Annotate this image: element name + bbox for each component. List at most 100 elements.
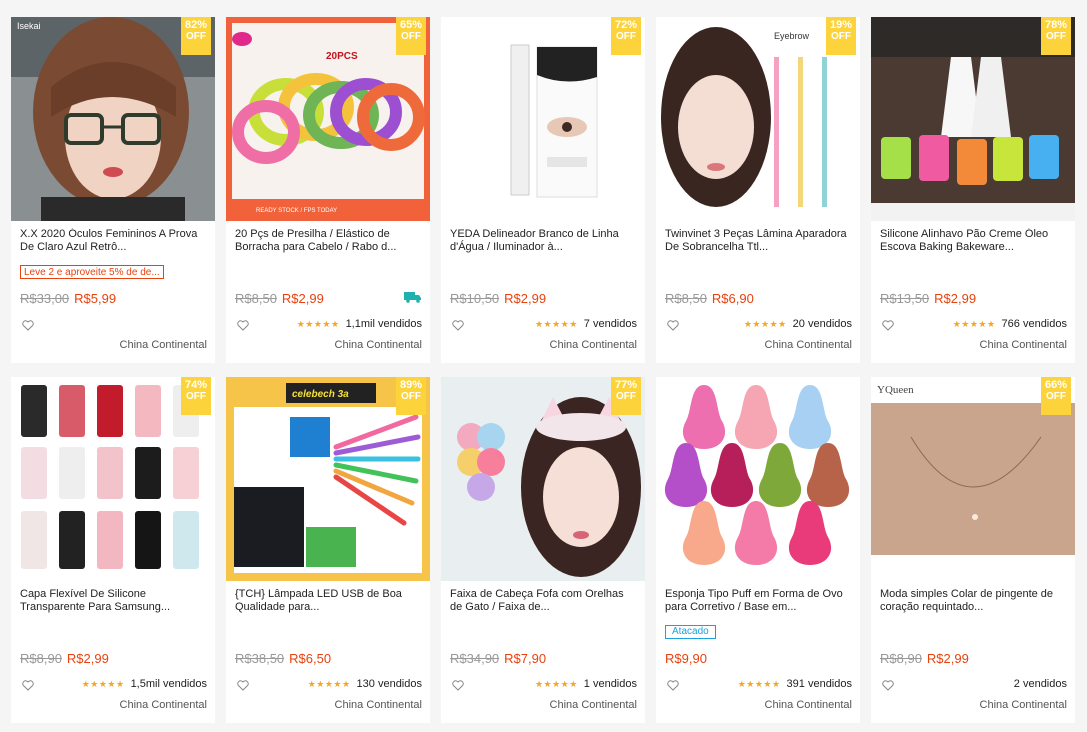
sale-price: R$6,90: [711, 291, 754, 306]
product-title[interactable]: {TCH} Lâmpada LED USB de Boa Qualidade p…: [235, 588, 423, 614]
product-title[interactable]: X.X 2020 Óculos Femininos A Prova De Cla…: [20, 228, 208, 254]
sold-count: ★★★★★ 1,1mil vendidos: [296, 318, 422, 330]
heart-icon[interactable]: [452, 680, 464, 691]
sale-price: R$7,90: [504, 651, 547, 666]
discount-badge: 89% OFF: [396, 377, 426, 415]
star-rating-icon: ★★★★★: [534, 678, 578, 689]
price-row: R$33,00 R$5,99: [20, 291, 116, 306]
price-row: R$8,90 R$2,99: [20, 651, 109, 666]
thumb-label: Eyebrow: [774, 31, 810, 41]
heart-icon[interactable]: [882, 680, 894, 691]
thumb-watermark: Isekai: [17, 21, 41, 31]
sale-price: R$5,99: [74, 291, 117, 306]
product-card[interactable]: Eyebrow 19% OFF Twinvinet 3 Peças Lâmina …: [656, 17, 860, 363]
origin-location: China Continental: [334, 339, 422, 351]
origin-location: China Continental: [764, 339, 852, 351]
star-rating-icon: ★★★★★: [737, 678, 781, 689]
sale-price: R$2,99: [66, 651, 109, 666]
heart-icon[interactable]: [882, 320, 894, 331]
discount-badge: 82% OFF: [181, 17, 211, 55]
product-card[interactable]: 72% OFF YEDA Delineador Branco de Linha d…: [441, 17, 645, 363]
product-title[interactable]: Twinvinet 3 Peças Lâmina Aparadora De So…: [665, 228, 853, 254]
product-card[interactable]: celebech 3a 89% OFF {TCH} Lâmpada LED USB…: [226, 377, 430, 723]
original-price: R$8,50: [665, 291, 707, 306]
heart-icon[interactable]: [22, 680, 34, 691]
original-price: R$38,50: [235, 651, 285, 666]
origin-location: China Continental: [549, 699, 637, 711]
heart-icon[interactable]: [22, 320, 34, 331]
product-grid: Isekai 82% OFF X.X 2020 Óculos Femininos …: [0, 0, 1087, 732]
thumb-footer: READY STOCK / FPS TODAY: [256, 208, 337, 214]
product-card[interactable]: YQueen 66% OFF Moda simples Colar de ping…: [871, 377, 1075, 723]
origin-location: China Continental: [764, 699, 852, 711]
sold-count: ★★★★★ 130 vendidos: [307, 678, 422, 690]
truck-icon: [404, 292, 421, 303]
star-rating-icon: ★★★★★: [81, 678, 125, 689]
product-card[interactable]: 74% OFF Capa Flexível De Silicone Transpa…: [11, 377, 215, 723]
product-card[interactable]: 77% OFF Faixa de Cabeça Fofa com Orelhas …: [441, 377, 645, 723]
thumb-label: YQueen: [877, 384, 914, 396]
price-row: R$10,50 R$2,99: [450, 291, 546, 306]
product-title[interactable]: YEDA Delineador Branco de Linha d'Água /…: [450, 228, 638, 254]
price-row: R$9,90: [665, 651, 707, 666]
promo-tag: Leve 2 e aproveite 5% de de...: [20, 265, 164, 279]
star-rating-icon: ★★★★★: [296, 318, 340, 329]
original-price: R$8,90: [20, 651, 62, 666]
origin-location: China Continental: [549, 339, 637, 351]
sold-count: 2 vendidos: [1013, 678, 1067, 690]
sold-count: ★★★★★ 1,5mil vendidos: [81, 678, 207, 690]
star-rating-icon: ★★★★★: [743, 318, 787, 329]
sold-count: ★★★★★ 766 vendidos: [952, 318, 1067, 330]
original-price: R$13,50: [880, 291, 930, 306]
heart-icon[interactable]: [452, 320, 464, 331]
product-card[interactable]: Esponja Tipo Puff em Forma de Ovo para C…: [656, 377, 860, 723]
thumb-label: celebech 3a: [292, 389, 349, 400]
discount-badge: 74% OFF: [181, 377, 211, 415]
origin-location: China Continental: [334, 699, 422, 711]
discount-badge: 78% OFF: [1041, 17, 1071, 55]
price-row: R$13,50 R$2,99: [880, 291, 976, 306]
sale-price: R$9,90: [665, 651, 707, 666]
heart-icon[interactable]: [237, 680, 249, 691]
sale-price: R$6,50: [289, 651, 332, 666]
price-row: R$38,50 R$6,50: [235, 651, 331, 666]
price-row: R$8,90 R$2,99: [880, 651, 969, 666]
original-price: R$34,90: [450, 651, 500, 666]
sale-price: R$2,99: [926, 651, 969, 666]
heart-icon[interactable]: [237, 320, 249, 331]
origin-location: China Continental: [979, 339, 1067, 351]
discount-badge: 72% OFF: [611, 17, 641, 55]
original-price: R$33,00: [20, 291, 70, 306]
sold-count: ★★★★★ 1 vendidos: [534, 678, 637, 690]
star-rating-icon: ★★★★★: [534, 318, 578, 329]
price-row: R$8,50 R$6,90: [665, 291, 754, 306]
product-card[interactable]: 78% OFF Silicone Alinhavo Pão Creme Óleo …: [871, 17, 1075, 363]
product-card[interactable]: 20PCS READY STOCK / FPS TODAY 65% OFF 20 …: [226, 17, 430, 363]
discount-badge: 19% OFF: [826, 17, 856, 55]
discount-badge: 66% OFF: [1041, 377, 1071, 415]
sold-count: ★★★★★ 391 vendidos: [737, 678, 852, 690]
sale-price: R$2,99: [504, 291, 547, 306]
price-row: R$8,50 R$2,99: [235, 291, 324, 306]
product-image[interactable]: [656, 377, 860, 581]
product-title[interactable]: 20 Pçs de Presilha / Elástico de Borrach…: [235, 228, 423, 254]
discount-badge: 77% OFF: [611, 377, 641, 415]
product-card[interactable]: Isekai 82% OFF X.X 2020 Óculos Femininos …: [11, 17, 215, 363]
heart-icon[interactable]: [667, 680, 679, 691]
sold-count: ★★★★★ 7 vendidos: [534, 318, 637, 330]
product-title[interactable]: Esponja Tipo Puff em Forma de Ovo para C…: [665, 588, 853, 614]
price-row: R$34,90 R$7,90: [450, 651, 546, 666]
sold-count: ★★★★★ 20 vendidos: [743, 318, 852, 330]
product-title[interactable]: Faixa de Cabeça Fofa com Orelhas de Gato…: [450, 588, 638, 614]
wholesale-tag: Atacado: [665, 625, 716, 639]
heart-icon[interactable]: [667, 320, 679, 331]
original-price: R$10,50: [450, 291, 500, 306]
star-rating-icon: ★★★★★: [307, 678, 351, 689]
product-title[interactable]: Silicone Alinhavo Pão Creme Óleo Escova …: [880, 228, 1068, 254]
original-price: R$8,90: [880, 651, 922, 666]
product-title[interactable]: Moda simples Colar de pingente de coraçã…: [880, 588, 1068, 614]
discount-badge: 65% OFF: [396, 17, 426, 55]
star-rating-icon: ★★★★★: [952, 318, 996, 329]
product-title[interactable]: Capa Flexível De Silicone Transparente P…: [20, 588, 208, 614]
sale-price: R$2,99: [934, 291, 977, 306]
